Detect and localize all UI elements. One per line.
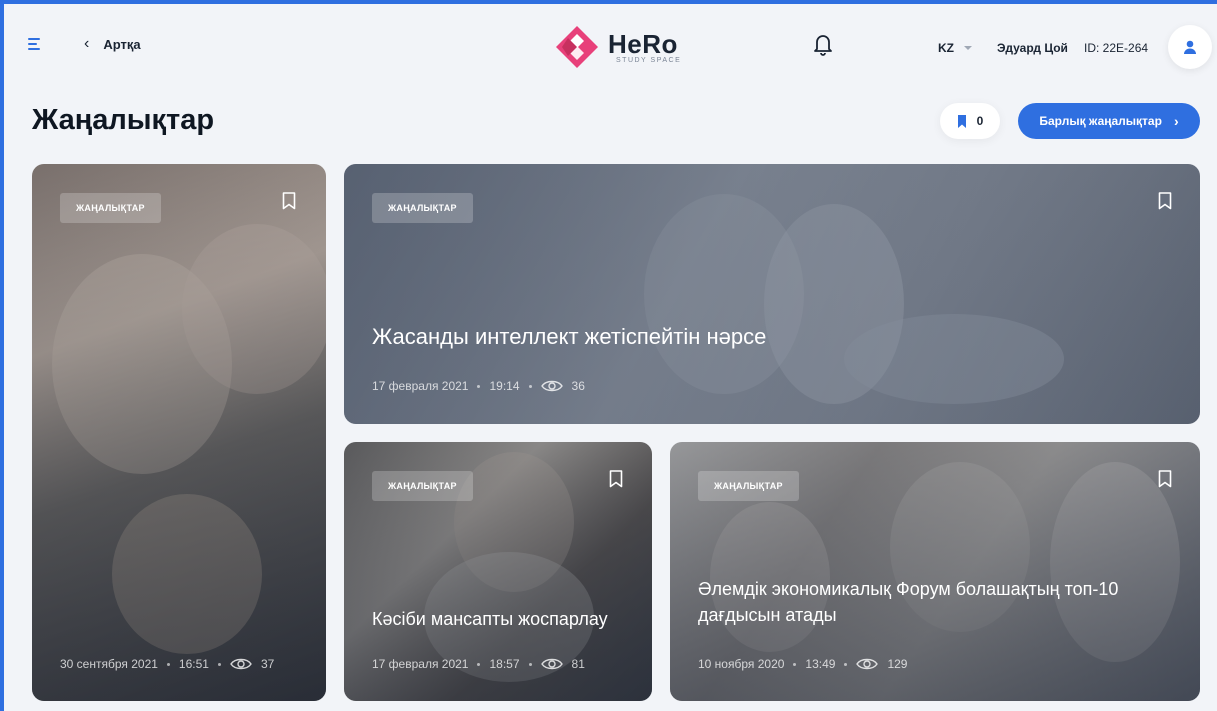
news-views: 36 [571,379,585,393]
news-time: 19:14 [489,379,520,393]
news-title: Кәсіби мансапты жоспарлау [372,609,608,629]
logo-text: HeRo STUDY SPACE [608,31,681,64]
all-news-label: Барлық жаңалықтар [1039,114,1162,128]
news-date: 10 ноября 2020 [698,657,785,671]
user-icon [1184,40,1196,54]
eye-icon [540,380,563,392]
news-date: 17 февраля 2021 [372,379,469,393]
news-card[interactable]: ЖАҢАЛЫҚТАР 30 сентября 2021 16:51 37 [32,164,326,701]
language-code: KZ [938,41,954,55]
page-title: Жаңалықтар [32,104,215,136]
eye-icon [856,658,879,670]
bell-icon[interactable] [812,32,834,56]
bookmark-icon[interactable] [1158,470,1172,488]
category-tag: ЖАҢАЛЫҚТАР [372,193,473,223]
logo[interactable]: HeRo STUDY SPACE [554,24,681,70]
bookmark-icon[interactable] [1158,192,1172,210]
chevron-right-icon: › [1173,113,1179,129]
news-meta: 10 ноября 2020 13:49 129 [698,657,907,671]
bookmark-count: 0 [976,114,984,128]
news-title: Әлемдік экономикалық Форум болашақтың то… [698,579,1119,625]
news-date: 30 сентября 2021 [60,657,158,671]
news-views: 81 [571,657,585,671]
bookmark-filled-icon [957,114,966,128]
news-card[interactable]: ЖАҢАЛЫҚТАР Жасанды интеллект жетіспейтін… [344,164,1200,424]
user-name: Эдуард Цой [997,41,1068,55]
news-views: 37 [260,657,275,671]
news-time: 13:49 [805,657,836,671]
news-meta: 30 сентября 2021 16:51 37 [60,657,274,671]
bookmark-icon[interactable] [282,192,296,210]
caret-down-icon [964,46,972,50]
language-select[interactable]: KZ [938,41,972,55]
logo-name: HeRo [608,28,678,59]
category-tag: ЖАҢАЛЫҚТАР [698,471,799,501]
eye-icon [540,658,563,670]
back-label: Артқа [103,36,141,52]
all-news-button[interactable]: Барлық жаңалықтар › [1018,103,1200,139]
avatar[interactable] [1168,25,1212,69]
news-views: 129 [887,657,908,671]
user-id: ID: 22E-264 [1084,41,1149,55]
logo-mark-icon [556,26,598,68]
bookmark-icon[interactable] [609,470,623,488]
eye-icon [230,658,252,670]
category-tag: ЖАҢАЛЫҚТАР [60,193,161,223]
news-date: 17 февраля 2021 [372,657,469,671]
news-meta: 17 февраля 2021 19:14 36 [372,379,585,393]
news-title: Жасанды интеллект жетіспейтін нәрсе [372,324,767,349]
news-time: 16:51 [178,657,209,671]
news-meta: 17 февраля 2021 18:57 81 [372,657,585,671]
chevron-left-icon: ‹ [84,35,90,52]
header: ‹ Артқа HeRo STUDY SPACE KZ Эдуард Цой I… [4,4,1217,90]
menu-icon[interactable] [28,38,44,52]
back-button[interactable]: ‹ Артқа [84,36,141,52]
logo-subtitle: STUDY SPACE [616,56,682,64]
news-card[interactable]: ЖАҢАЛЫҚТАР Кәсіби мансапты жоспарлау 17 … [344,442,652,701]
window-frame-left [0,0,4,711]
news-card[interactable]: ЖАҢАЛЫҚТАР Әлемдік экономикалық Форум бо… [670,442,1200,701]
category-tag: ЖАҢАЛЫҚТАР [372,471,473,501]
bookmarks-button[interactable]: 0 [940,103,1000,139]
news-time: 18:57 [489,657,520,671]
